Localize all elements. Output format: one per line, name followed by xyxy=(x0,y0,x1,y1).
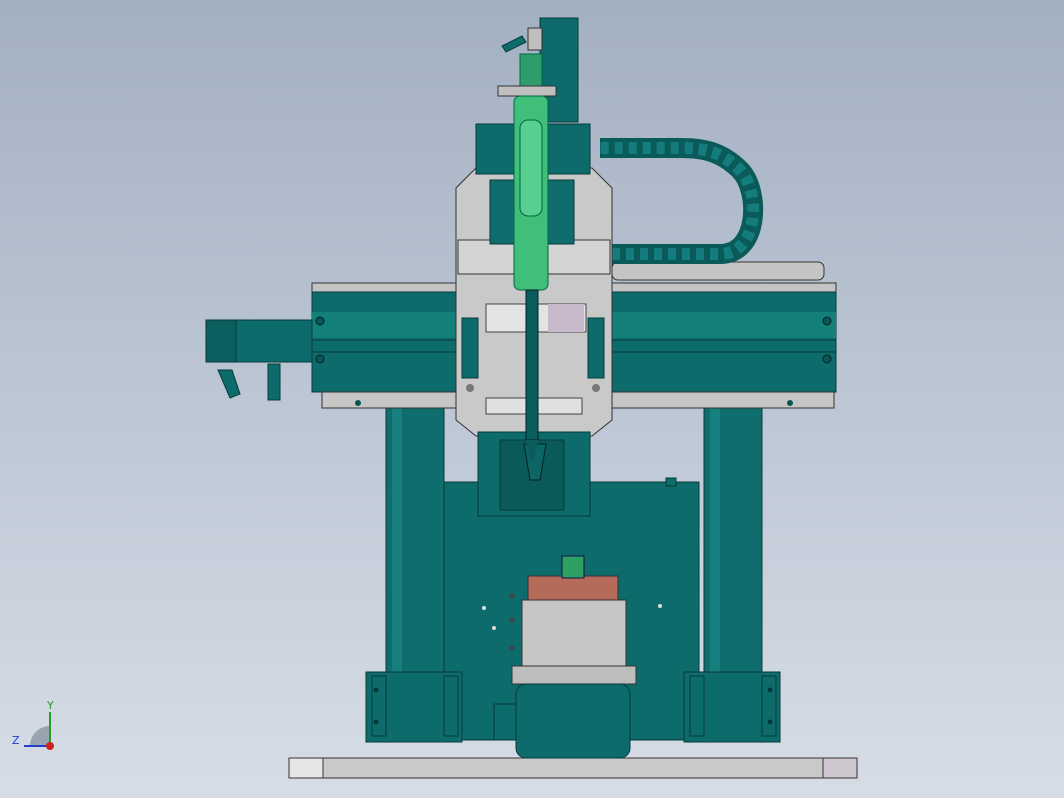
x-axis-motor[interactable] xyxy=(205,319,313,401)
gantry-3d-model[interactable] xyxy=(0,0,1064,798)
triad-z-label: Z xyxy=(12,734,20,747)
x-axis-dot xyxy=(46,742,54,750)
view-orientation-triad xyxy=(24,712,54,750)
cad-viewport[interactable]: Y Z xyxy=(0,0,1064,798)
base-plate[interactable] xyxy=(288,757,858,779)
triad-y-label: Y xyxy=(47,699,54,712)
cable-tray[interactable] xyxy=(600,138,825,281)
